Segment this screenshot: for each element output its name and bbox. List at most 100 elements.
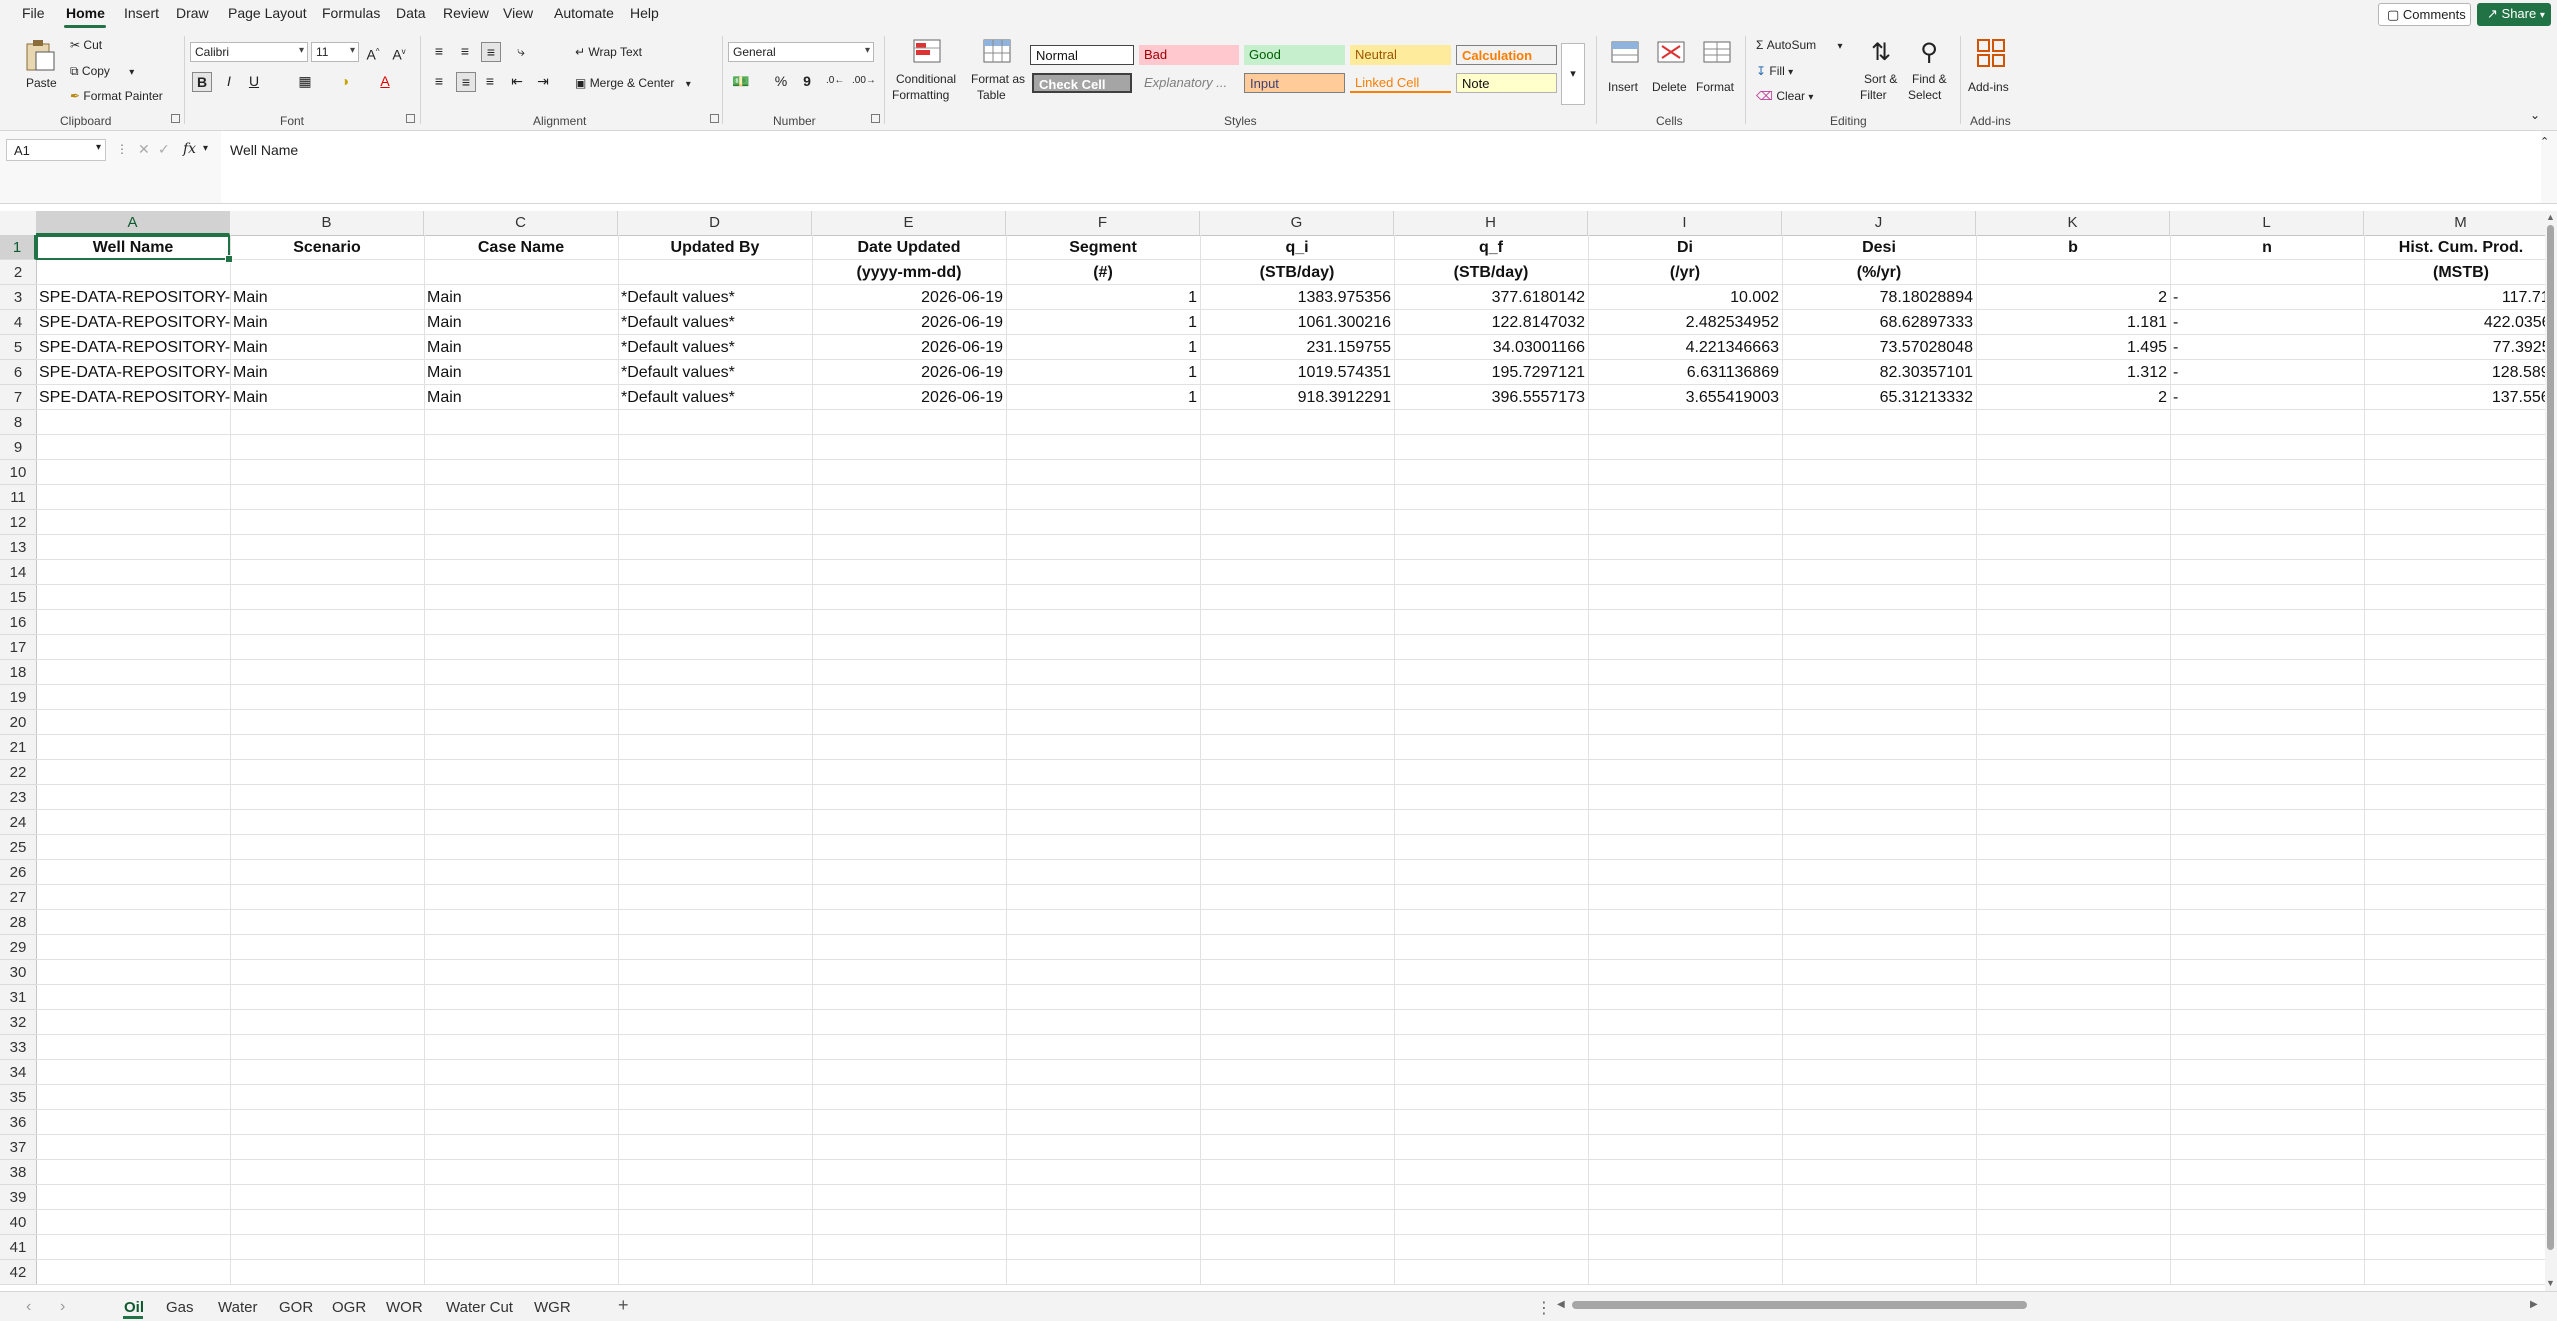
column-header[interactable]: B <box>230 211 424 235</box>
row-header[interactable]: 39 <box>0 1185 36 1210</box>
row-header[interactable]: 11 <box>0 485 36 510</box>
cell[interactable]: 117.71( <box>2364 285 2545 310</box>
cell[interactable]: 65.31213332 <box>1782 385 1976 410</box>
cell[interactable]: 82.30357101 <box>1782 360 1976 385</box>
prev-sheet-icon[interactable]: ‹ <box>26 1298 31 1316</box>
expand-formula-bar-icon[interactable]: ⌃ <box>2540 135 2549 148</box>
cell[interactable]: Main <box>230 360 424 385</box>
cell[interactable]: *Default values* <box>618 310 812 335</box>
row-header[interactable]: 41 <box>0 1235 36 1260</box>
cell[interactable]: 6.631136869 <box>1588 360 1782 385</box>
cell[interactable]: Segment <box>1006 235 1200 260</box>
collapse-ribbon-icon[interactable]: ⌄ <box>2530 108 2540 122</box>
row-header[interactable]: 25 <box>0 835 36 860</box>
cell[interactable]: Scenario <box>230 235 424 260</box>
font-size-select[interactable]: 11 ▾ <box>311 42 359 62</box>
cell[interactable]: 68.62897333 <box>1782 310 1976 335</box>
cell[interactable]: 231.159755 <box>1200 335 1394 360</box>
column-header[interactable]: K <box>1976 211 2170 235</box>
row-header[interactable]: 34 <box>0 1060 36 1085</box>
style-check-cell[interactable]: Check Cell <box>1032 73 1132 93</box>
cell[interactable]: (/yr) <box>1588 260 1782 285</box>
cell[interactable]: 918.3912291 <box>1200 385 1394 410</box>
name-box[interactable]: A1 ▾ <box>6 139 106 161</box>
cell[interactable]: Main <box>230 310 424 335</box>
cell[interactable]: - <box>2170 285 2364 310</box>
increase-decimal-icon[interactable]: .0← <box>826 72 844 90</box>
conditional-formatting-button[interactable]: Conditional Formatting <box>892 38 964 108</box>
bold-button[interactable]: B <box>192 72 212 92</box>
merge-center-button[interactable]: ▣ Merge & Center ▾ <box>575 76 691 90</box>
cell[interactable] <box>36 260 230 285</box>
copy-button[interactable]: ⧉ Copy ▾ <box>70 64 134 79</box>
cell[interactable] <box>424 260 618 285</box>
column-header[interactable]: A <box>36 211 230 235</box>
row-header[interactable]: 8 <box>0 410 36 435</box>
cell[interactable]: *Default values* <box>618 285 812 310</box>
align-right-icon[interactable]: ≡ <box>481 72 499 90</box>
cell[interactable]: 1 <box>1006 310 1200 335</box>
cell[interactable]: Main <box>230 335 424 360</box>
cell[interactable]: SPE-DATA-REPOSITORY-I <box>36 285 230 310</box>
column-header[interactable]: G <box>1200 211 1394 235</box>
formula-input[interactable]: Well Name <box>221 131 2541 203</box>
row-header[interactable]: 21 <box>0 735 36 760</box>
cell[interactable]: SPE-DATA-REPOSITORY-I <box>36 310 230 335</box>
cell[interactable]: 2.482534952 <box>1588 310 1782 335</box>
font-name-select[interactable]: Calibri ▾ <box>190 42 308 62</box>
cell[interactable]: 1.312 <box>1976 360 2170 385</box>
row-header[interactable]: 2 <box>0 260 36 285</box>
cell[interactable]: 1061.300216 <box>1200 310 1394 335</box>
column-header[interactable]: E <box>812 211 1006 235</box>
row-header[interactable]: 24 <box>0 810 36 835</box>
sheet-tab-wgr[interactable]: WGR <box>534 1299 571 1316</box>
column-header[interactable]: I <box>1588 211 1782 235</box>
row-header[interactable]: 9 <box>0 435 36 460</box>
cell[interactable]: *Default values* <box>618 335 812 360</box>
cell[interactable]: Desi <box>1782 235 1976 260</box>
cell[interactable]: 10.002 <box>1588 285 1782 310</box>
sheet-tab-water-cut[interactable]: Water Cut <box>446 1299 513 1316</box>
row-header[interactable]: 20 <box>0 710 36 735</box>
cell[interactable]: (%/yr) <box>1782 260 1976 285</box>
next-sheet-icon[interactable]: › <box>60 1298 65 1316</box>
cell[interactable]: 128.589( <box>2364 360 2545 385</box>
cell[interactable]: 1.495 <box>1976 335 2170 360</box>
cell[interactable]: 137.556( <box>2364 385 2545 410</box>
cell[interactable]: Main <box>230 285 424 310</box>
cell[interactable]: (yyyy-mm-dd) <box>812 260 1006 285</box>
comma-button[interactable]: 9 <box>798 72 816 90</box>
decrease-indent-icon[interactable]: ⇤ <box>508 72 526 90</box>
cell[interactable]: 2026-06-19 <box>812 360 1006 385</box>
cell[interactable]: (MSTB) <box>2364 260 2545 285</box>
cell[interactable]: 3.655419003 <box>1588 385 1782 410</box>
format-painter-button[interactable]: ✒ Format Painter <box>70 89 163 103</box>
cut-button[interactable]: ✂ Cut <box>70 38 102 52</box>
cell[interactable]: 1 <box>1006 335 1200 360</box>
orientation-icon[interactable]: ⤷ <box>512 42 530 60</box>
wrap-text-button[interactable]: ↵ Wrap Text <box>575 45 642 59</box>
fill-button[interactable]: ↧ Fill ▾ <box>1756 64 1793 78</box>
cell[interactable]: Di <box>1588 235 1782 260</box>
cell[interactable]: Date Updated <box>812 235 1006 260</box>
row-header[interactable]: 3 <box>0 285 36 310</box>
cell[interactable]: 195.7297121 <box>1394 360 1588 385</box>
align-bottom-icon[interactable]: ≡ <box>481 42 501 62</box>
cell[interactable]: 2026-06-19 <box>812 335 1006 360</box>
cell[interactable]: 1.181 <box>1976 310 2170 335</box>
sheet-tab-gas[interactable]: Gas <box>166 1299 194 1316</box>
cell[interactable] <box>618 260 812 285</box>
decrease-decimal-icon[interactable]: .00→ <box>852 72 876 90</box>
insert-cells-button[interactable]: Insert <box>1604 38 1646 108</box>
column-header[interactable]: F <box>1006 211 1200 235</box>
paste-button[interactable]: Paste <box>22 38 62 98</box>
style-linked-cell[interactable]: Linked Cell <box>1350 73 1451 93</box>
row-header[interactable]: 17 <box>0 635 36 660</box>
cell[interactable]: b <box>1976 235 2170 260</box>
column-header[interactable]: D <box>618 211 812 235</box>
style-note[interactable]: Note <box>1456 73 1557 93</box>
chevron-down-icon[interactable]: ▾ <box>203 143 208 154</box>
cell[interactable]: - <box>2170 310 2364 335</box>
cell[interactable]: Hist. Cum. Prod. <box>2364 235 2545 260</box>
cell[interactable]: (STB/day) <box>1200 260 1394 285</box>
